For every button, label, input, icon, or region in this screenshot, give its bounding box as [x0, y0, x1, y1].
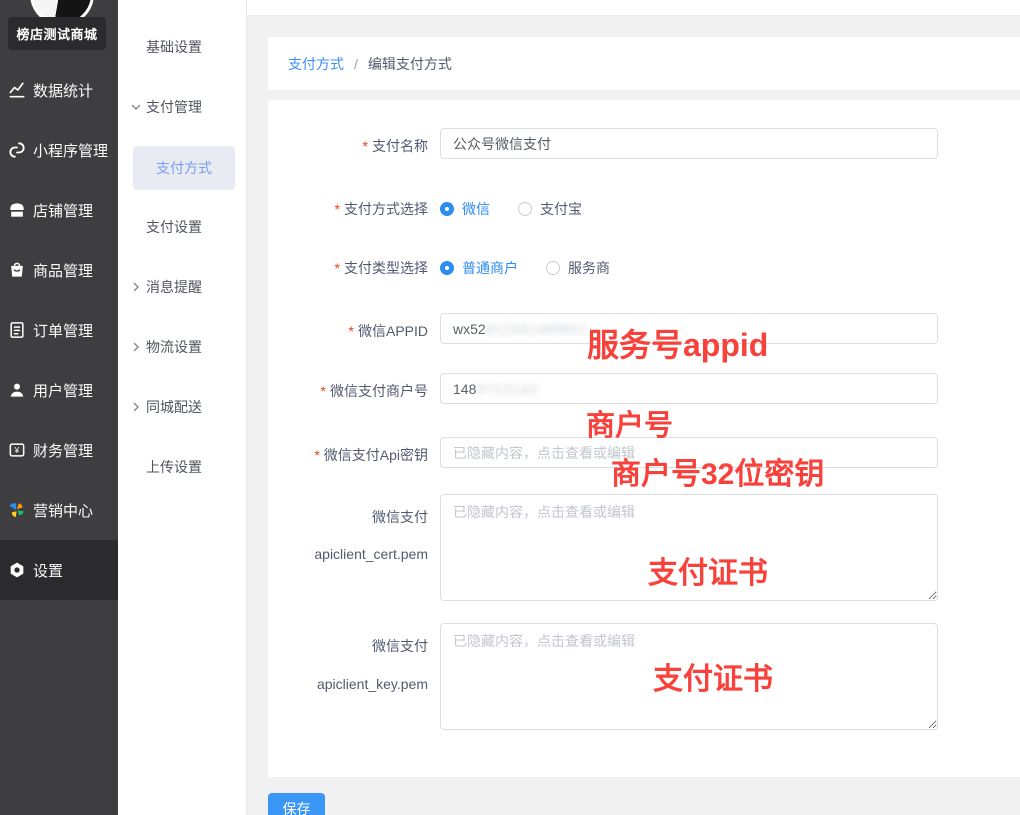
breadcrumb-separator: / — [354, 55, 358, 72]
sidebar-item-label: 订单管理 — [33, 322, 94, 340]
submenu-item-payment-management[interactable]: 支付管理 — [118, 87, 247, 127]
breadcrumb-current: 编辑支付方式 — [367, 55, 452, 72]
finance-icon: ¥ — [9, 443, 25, 457]
submenu-item-payment-settings[interactable]: 支付设置 — [118, 207, 247, 247]
marketing-icon — [9, 503, 24, 518]
sidebar-item-label: 数据统计 — [33, 82, 94, 100]
sidebar-item-label: 设置 — [33, 562, 64, 580]
mch-id-label: * 微信支付商户号 — [320, 383, 428, 399]
breadcrumb: 支付方式 / 编辑支付方式 — [288, 37, 452, 90]
submenu-item-label: 支付方式 — [156, 160, 212, 176]
cert-textarea[interactable] — [440, 494, 938, 601]
submenu-item-label: 支付管理 — [146, 99, 202, 115]
submenu-item-logistics-settings[interactable]: 物流设置 — [118, 327, 247, 367]
pay-type-label: * 支付类型选择 — [334, 260, 428, 276]
required-mark: * — [334, 260, 340, 276]
radio-wechat[interactable] — [440, 202, 454, 216]
mch-id-value-redacted: 3712142 — [476, 380, 538, 397]
radio-alipay-label[interactable]: 支付宝 — [540, 199, 582, 219]
shop-icon — [10, 203, 24, 217]
submenu-item-message-reminder[interactable]: 消息提醒 — [118, 267, 247, 307]
chart-icon — [9, 82, 25, 98]
api-key-label: * 微信支付Api密钥 — [314, 447, 428, 463]
submenu-item-basic-settings[interactable]: 基础设置 — [118, 27, 247, 67]
sidebar-item-orders[interactable]: 订单管理 — [0, 300, 118, 360]
appid-input[interactable]: wx52 d1244148f891 — [440, 313, 938, 344]
sidebar-item-label: 用户管理 — [33, 382, 94, 400]
required-mark: * — [362, 138, 368, 154]
key-textarea[interactable] — [440, 623, 938, 730]
breadcrumb-link-payment-method[interactable]: 支付方式 — [288, 54, 344, 74]
sidebar-item-goods[interactable]: 商品管理 — [0, 240, 118, 300]
submenu-item-label: 上传设置 — [146, 459, 202, 475]
key-label-line1: 微信支付 — [372, 638, 428, 654]
svg-text:¥: ¥ — [14, 445, 20, 455]
submenu-item-label: 基础设置 — [146, 39, 202, 55]
submenu-item-label: 消息提醒 — [146, 279, 202, 295]
sidebar-item-marketing[interactable]: 营销中心 — [0, 480, 118, 540]
sidebar-item-settings[interactable]: 设置 — [0, 540, 118, 600]
miniprogram-icon — [9, 142, 25, 158]
submenu-item-label: 支付设置 — [146, 219, 202, 235]
pay-name-input[interactable] — [440, 128, 938, 159]
sidebar-item-label: 店铺管理 — [33, 202, 94, 220]
settings-icon — [10, 562, 24, 578]
sidebar-item-store[interactable]: 店铺管理 — [0, 180, 118, 240]
chevron-right-icon — [133, 282, 139, 292]
pay-name-label: * 支付名称 — [362, 138, 428, 154]
sidebar-item-finance[interactable]: ¥ 财务管理 — [0, 420, 118, 480]
shop-name: 榜店测试商城 — [16, 27, 98, 42]
sidebar-item-label: 小程序管理 — [33, 142, 109, 160]
breadcrumb-card: 支付方式 / 编辑支付方式 — [268, 37, 1020, 90]
orders-icon — [10, 322, 24, 338]
sidebar-item-statistics[interactable]: 数据统计 — [0, 60, 118, 120]
appid-value-visible: wx52 — [453, 320, 486, 337]
required-mark: * — [348, 323, 354, 339]
required-mark: * — [320, 383, 326, 399]
radio-normal-merchant-label[interactable]: 普通商户 — [462, 258, 518, 278]
sidebar-item-label: 商品管理 — [33, 262, 94, 280]
api-key-input[interactable] — [440, 437, 938, 468]
radio-alipay[interactable] — [518, 202, 532, 216]
submenu-item-label: 同城配送 — [146, 399, 202, 415]
sidebar-item-label: 财务管理 — [33, 442, 94, 460]
main-sidebar: 榜店测试商城 数据统计 小程序管理 店铺管理 商品管理 订单管理 用户管理 ¥ … — [0, 0, 118, 815]
radio-service-provider[interactable] — [546, 261, 560, 275]
key-label-line2: apiclient_key.pem — [316, 676, 428, 692]
top-header-bar — [118, 0, 1020, 16]
radio-wechat-label[interactable]: 微信 — [462, 199, 490, 219]
required-mark: * — [314, 447, 320, 463]
payment-edit-form: *支付名称 *支付方式选择 微信 支付宝 *支付类型选择 普通商户 服务商 *微… — [268, 100, 1020, 777]
required-mark: * — [334, 201, 340, 217]
chevron-down-icon — [131, 104, 141, 110]
sidebar-item-label: 营销中心 — [33, 502, 94, 520]
mch-id-input[interactable]: 148 3712142 — [440, 373, 938, 404]
chevron-right-icon — [133, 402, 139, 412]
shop-name-badge: 榜店测试商城 — [8, 17, 106, 50]
submenu-item-city-delivery[interactable]: 同城配送 — [118, 387, 247, 427]
sidebar-item-miniprogram[interactable]: 小程序管理 — [0, 120, 118, 180]
settings-submenu: 基础设置 支付管理 支付方式 支付设置 消息提醒 物流设置 同城配送 上传设置 — [118, 0, 247, 815]
user-icon — [10, 383, 24, 397]
sidebar-item-users[interactable]: 用户管理 — [0, 360, 118, 420]
cert-label-line1: 微信支付 — [372, 509, 428, 525]
page: 榜店测试商城 数据统计 小程序管理 店铺管理 商品管理 订单管理 用户管理 ¥ … — [0, 0, 1020, 815]
radio-normal-merchant[interactable] — [440, 261, 454, 275]
submenu-item-label: 物流设置 — [146, 339, 202, 355]
goods-bag-icon — [11, 262, 23, 277]
appid-label: * 微信APPID — [348, 323, 428, 339]
mch-id-value-visible: 148 — [453, 380, 477, 397]
radio-service-provider-label[interactable]: 服务商 — [568, 258, 610, 278]
save-button[interactable]: 保存 — [268, 793, 325, 815]
submenu-item-payment-method-active[interactable]: 支付方式 — [133, 146, 235, 190]
pay-method-label: * 支付方式选择 — [334, 201, 428, 217]
chevron-right-icon — [133, 342, 139, 352]
appid-value-redacted: d1244148f891 — [485, 320, 588, 337]
submenu-item-upload-settings[interactable]: 上传设置 — [118, 447, 247, 487]
cert-label-line2: apiclient_cert.pem — [314, 546, 428, 562]
